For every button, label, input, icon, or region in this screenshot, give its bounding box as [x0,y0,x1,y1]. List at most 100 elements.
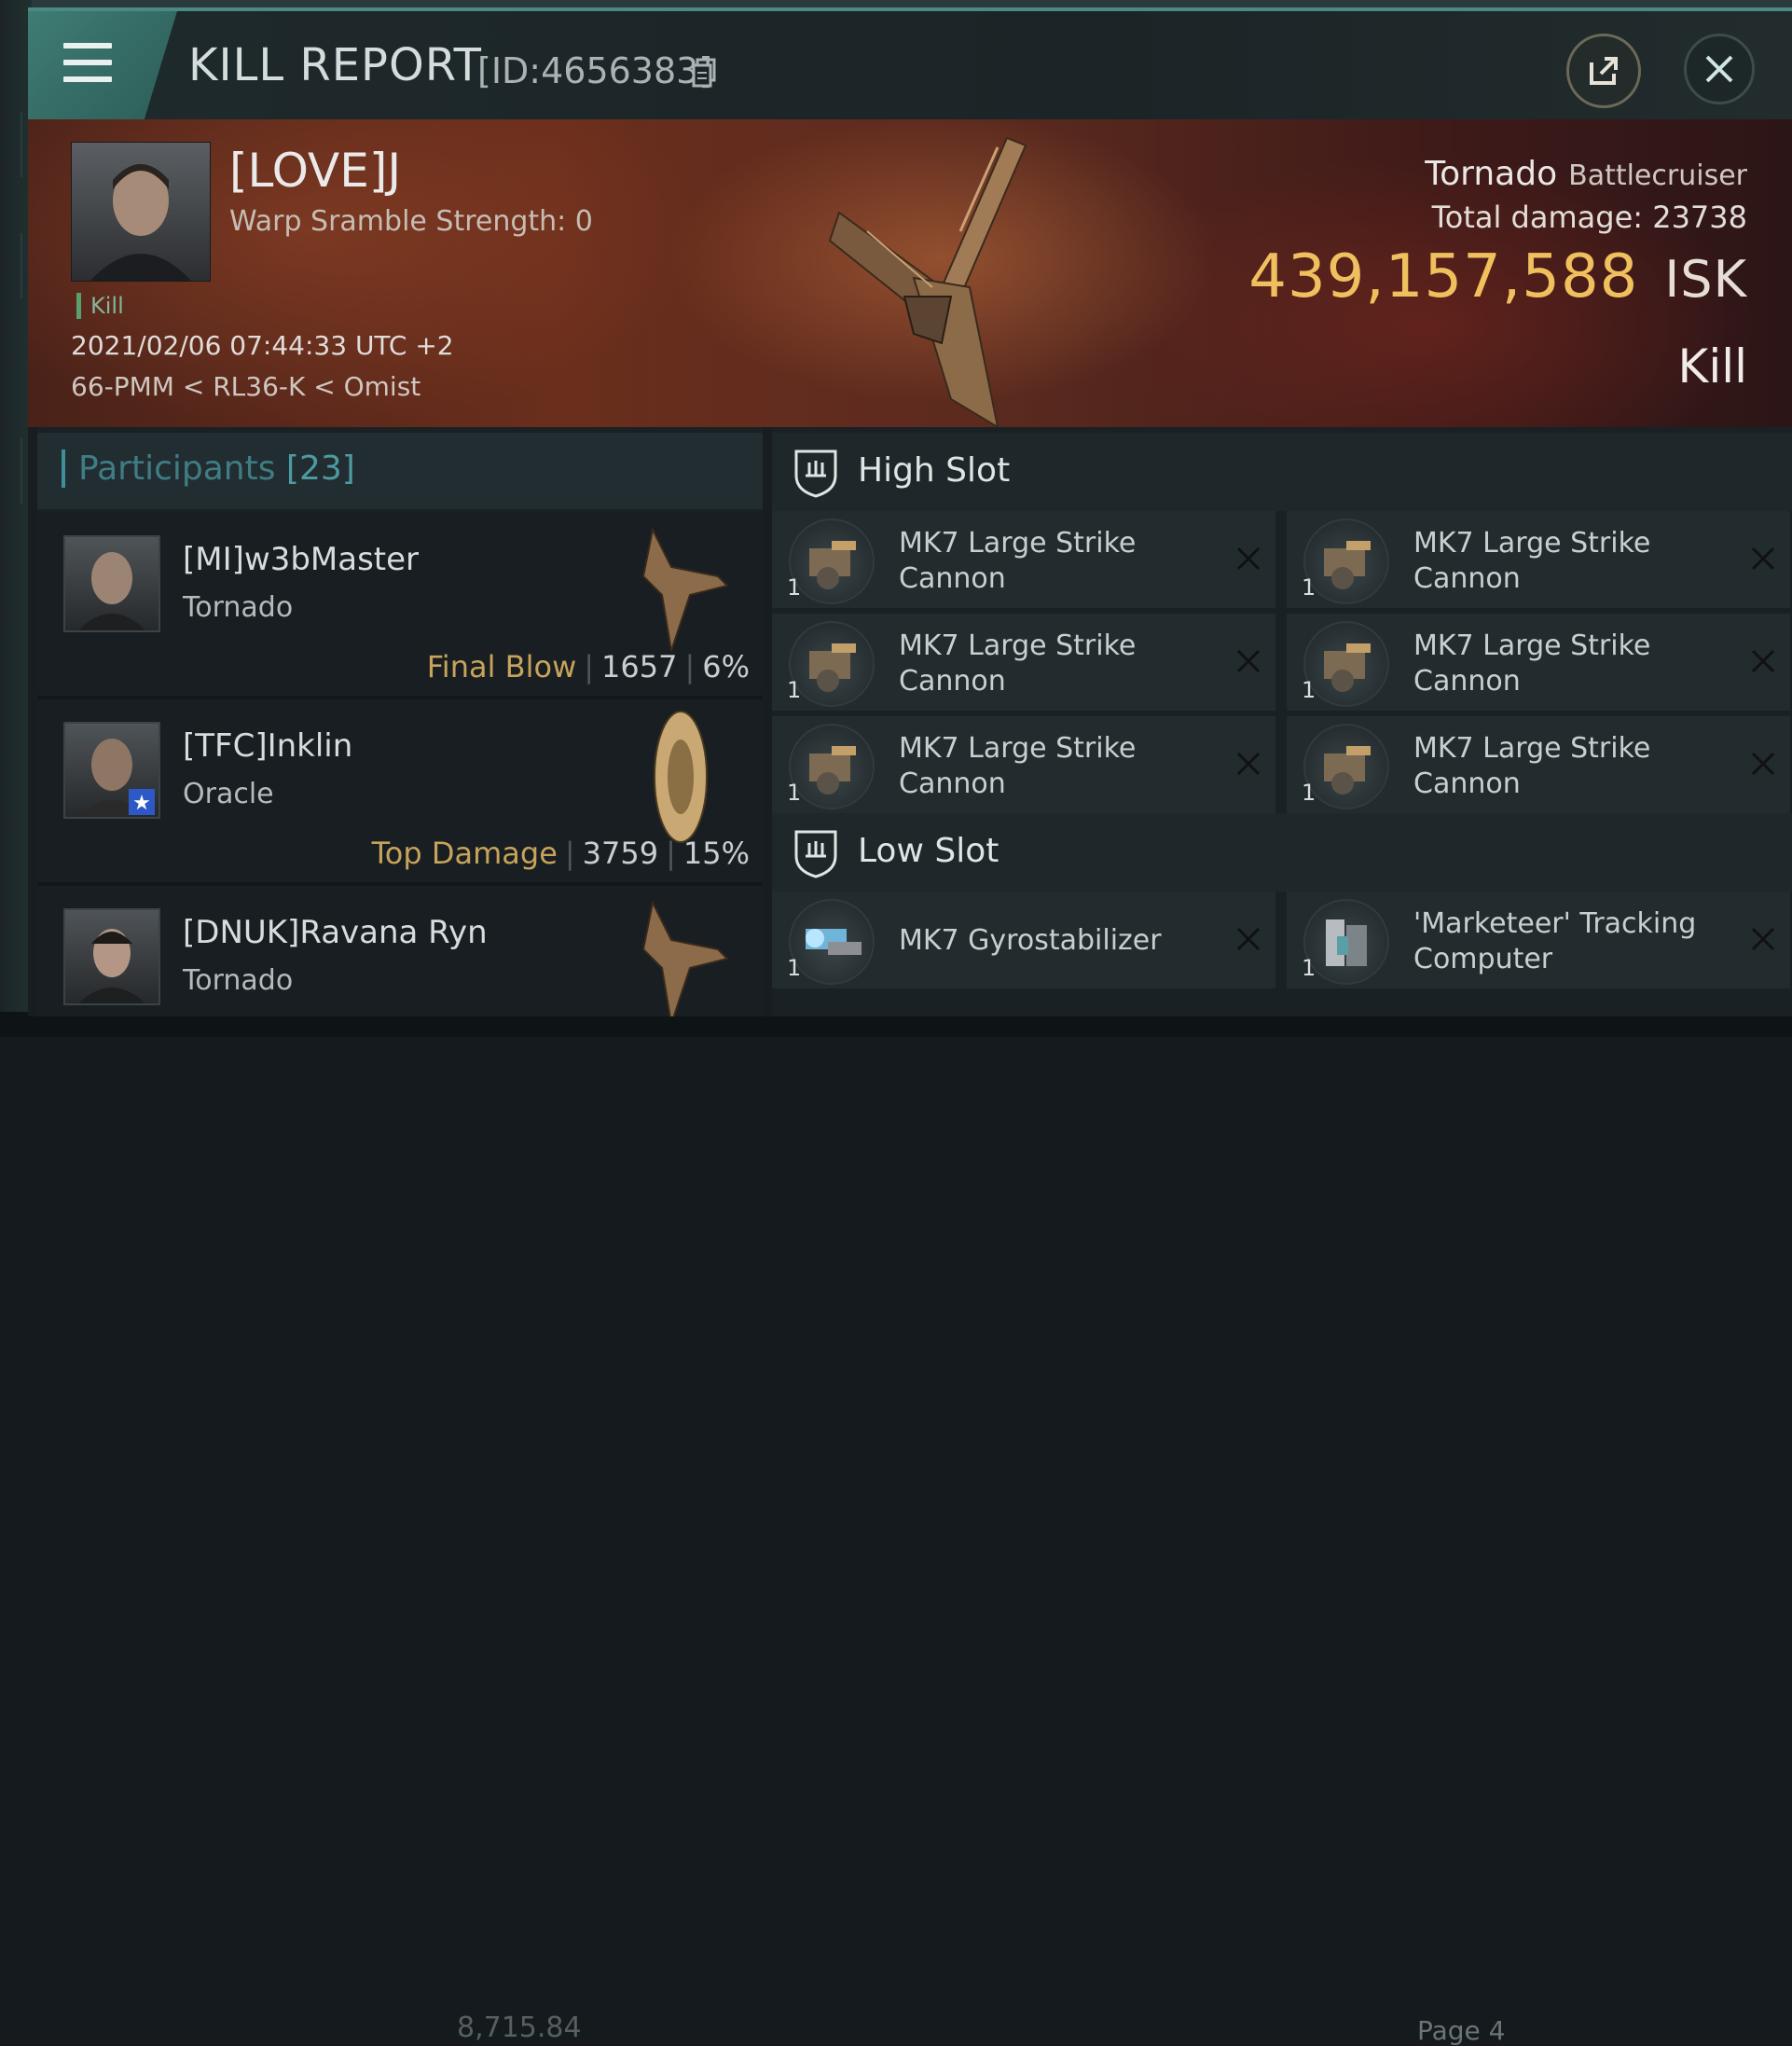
module-name: MK7 Large Strike Cannon [1413,527,1651,595]
x-icon[interactable] [1749,545,1777,573]
x-icon[interactable] [1749,647,1777,675]
kill-tag: Kill [76,293,124,319]
module-quantity: 1 [787,574,802,601]
module-quantity: 1 [1302,574,1316,601]
participant-row[interactable]: ★ [TFC]Inklin Oracle Top Damage | 3759 | 15% [37,699,763,886]
kill-report-window: KILL REPORT [ID:4656383] [LOVE]J Warp Sr… [28,7,1792,1016]
participant-ship-image [641,526,729,652]
slot-shield-icon [794,449,837,498]
x-icon[interactable] [1234,647,1262,675]
report-id: [ID:4656383] [477,50,713,91]
participant-ship: Tornado [183,964,294,997]
external-link-icon [1590,57,1618,85]
participant-stats: Final Blow | 1657 | 6% [426,649,750,684]
high-slot-header: High Slot [772,433,1792,511]
x-icon[interactable] [1749,925,1777,953]
x-icon[interactable] [1234,750,1262,778]
participant-percent: 15% [682,836,750,871]
module-quantity: 1 [1302,780,1316,806]
share-button[interactable] [1566,34,1641,108]
participant-damage: 3759 [582,836,659,871]
victim-portrait[interactable] [71,142,211,282]
module-item[interactable]: 1 MK7 Gyrostabilizer [772,892,1275,988]
menu-button[interactable] [28,11,177,119]
module-item[interactable]: 1 'Marketeer' Tracking Computer [1287,892,1790,988]
cannon-module-icon [1303,724,1389,809]
fittings-panel: High Slot 1 MK7 Large Strike Cannon 1 MK… [772,427,1792,1016]
module-quantity: 1 [787,780,802,806]
svg-text:★: ★ [132,792,151,815]
participant-stats: Top Damage | 3759 | 15% [371,836,750,871]
kill-datetime: 2021/02/06 07:44:33 UTC +2 [71,330,454,361]
participants-label: Participants [23] [62,449,355,488]
module-item[interactable]: 1 MK7 Large Strike Cannon [772,716,1275,813]
module-name: MK7 Gyrostabilizer [899,924,1162,957]
module-name: MK7 Large Strike Cannon [899,527,1137,595]
module-name: MK7 Large Strike Cannon [1413,629,1651,698]
total-damage: Total damage: 23738 [1431,200,1747,235]
participant-ship: Tornado [183,591,294,624]
module-name: MK7 Large Strike Cannon [899,629,1137,698]
cannon-module-icon [1303,518,1389,604]
participants-title: Participants [78,449,276,488]
cannon-module-icon [789,724,875,809]
cannon-module-icon [789,518,875,604]
x-icon[interactable] [1749,750,1777,778]
slot-shield-icon [794,830,837,878]
module-item[interactable]: 1 MK7 Large Strike Cannon [772,511,1275,608]
module-item[interactable]: 1 MK7 Large Strike Cannon [772,614,1275,711]
avatar [63,535,160,632]
module-name: MK7 Large Strike Cannon [899,732,1137,800]
module-quantity: 1 [1302,955,1316,981]
module-quantity: 1 [1302,677,1316,703]
participant-ship-image [654,711,708,843]
x-icon[interactable] [1234,545,1262,573]
participants-header[interactable]: Participants [23] [37,433,763,509]
portrait-silhouette [90,164,191,281]
avatar [63,908,160,1005]
background-ghost-element [0,233,22,298]
hamburger-icon [63,43,112,82]
cannon-module-icon [789,621,875,707]
high-slot-title: High Slot [858,451,1011,490]
isk-unit: ISK [1664,250,1747,309]
close-icon [1705,55,1733,83]
victim-ship-image [828,136,1027,427]
ship-name: Tornado [1425,155,1558,193]
module-item[interactable]: 1 MK7 Large Strike Cannon [1287,716,1790,813]
background-ghost-element [0,112,22,177]
background-left-strip [0,0,32,1037]
window-header: KILL REPORT [ID:4656383] [28,11,1792,119]
module-item[interactable]: 1 MK7 Large Strike Cannon [1287,511,1790,608]
participant-name: [MI]w3bMaster [183,541,420,578]
close-button[interactable] [1684,34,1755,104]
participant-ship: Oracle [183,778,274,810]
top-damage-tag: Top Damage [371,836,558,871]
warp-scramble-strength: Warp Sramble Strength: 0 [229,205,593,238]
participant-percent: 6% [702,649,750,684]
x-icon[interactable] [1234,925,1262,953]
module-name: MK7 Large Strike Cannon [1413,732,1651,800]
low-slot-header: Low Slot [772,813,1792,892]
participant-row[interactable]: [MI]w3bMaster Tornado Final Blow | 1657 | 6% [37,513,763,699]
page-indicator: Page 4 [1417,2015,1506,2046]
ship-class: Battlecruiser [1568,159,1747,192]
low-slot-title: Low Slot [858,832,999,870]
isk-value: 439,157,588 ISK [1248,242,1747,311]
tracking-computer-module-icon [1303,899,1389,985]
outcome-label: Kill [1677,339,1747,394]
background-value: 8,715.84 [457,2011,582,2044]
module-quantity: 1 [787,677,802,703]
victim-ship[interactable]: Tornado Battlecruiser [1425,155,1747,193]
page-title: KILL REPORT [188,39,482,91]
participant-damage: 1657 [601,649,678,684]
victim-name[interactable]: [LOVE]J [229,144,401,198]
copy-icon[interactable] [692,58,716,88]
participant-name: [TFC]Inklin [183,727,353,765]
kill-location[interactable]: 66-PMM < RL36-K < Omist [71,371,420,402]
module-item[interactable]: 1 MK7 Large Strike Cannon [1287,614,1790,711]
avatar: ★ [63,722,160,819]
participant-row[interactable]: [DNUK]Ravana Ryn Tornado [37,886,763,1016]
participants-count: [23] [285,449,355,488]
module-name: 'Marketeer' Tracking Computer [1413,907,1697,975]
